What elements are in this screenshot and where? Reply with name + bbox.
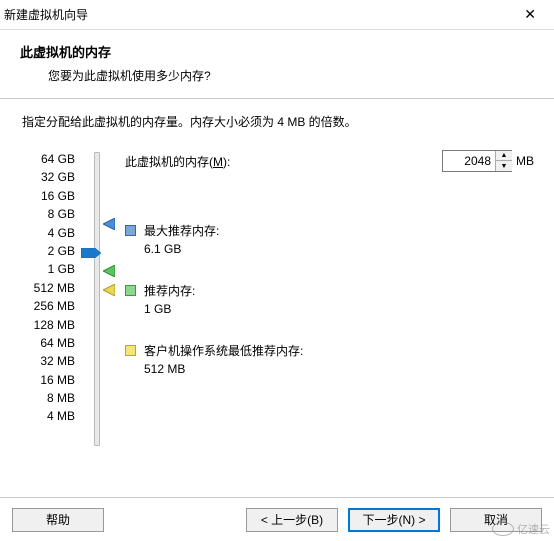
scale-label: 16 GB xyxy=(20,187,75,205)
memory-value-field[interactable] xyxy=(443,151,495,171)
close-icon[interactable]: ✕ xyxy=(516,6,544,23)
scale-label: 512 MB xyxy=(20,279,75,297)
memory-input-label: 此虚拟机的内存(M): xyxy=(125,153,442,170)
max-recommended-label: 最大推荐内存: xyxy=(144,222,219,240)
content-area: 指定分配给此虚拟机的内存量。内存大小必须为 4 MB 的倍数。 64 GB32 … xyxy=(0,99,554,426)
wizard-footer: 帮助 < 上一步(B) 下一步(N) > 取消 xyxy=(0,497,554,541)
cancel-button[interactable]: 取消 xyxy=(450,508,542,532)
recommended-label: 推荐内存: xyxy=(144,282,195,300)
page-subtitle: 您要为此虚拟机使用多少内存? xyxy=(48,67,538,84)
help-button[interactable]: 帮助 xyxy=(12,508,104,532)
max-recommended-block: 最大推荐内存: 6.1 GB xyxy=(125,222,534,258)
recommended-marker xyxy=(103,265,115,277)
scale-label: 4 MB xyxy=(20,407,75,425)
memory-unit: MB xyxy=(516,154,534,168)
scale-label: 64 GB xyxy=(20,150,75,168)
min-recommended-block: 客户机操作系统最低推荐内存: 512 MB xyxy=(125,342,534,378)
back-button[interactable]: < 上一步(B) xyxy=(246,508,338,532)
page-title: 此虚拟机的内存 xyxy=(20,42,538,61)
scale-label: 64 MB xyxy=(20,334,75,352)
memory-info-column: 此虚拟机的内存(M): ▲ ▼ MB 最大推荐内存: xyxy=(117,150,534,426)
scale-label: 4 GB xyxy=(20,224,75,242)
titlebar: 新建虚拟机向导 ✕ xyxy=(0,0,554,30)
next-button[interactable]: 下一步(N) > xyxy=(348,508,440,532)
scale-label: 8 MB xyxy=(20,389,75,407)
max-recommended-value: 6.1 GB xyxy=(144,240,219,258)
scale-label: 16 MB xyxy=(20,371,75,389)
scale-label: 128 MB xyxy=(20,316,75,334)
min-recommended-label: 客户机操作系统最低推荐内存: xyxy=(144,342,303,360)
slider-thumb[interactable] xyxy=(81,248,101,258)
scale-label: 32 GB xyxy=(20,168,75,186)
window-title: 新建虚拟机向导 xyxy=(4,6,88,23)
blue-square-icon xyxy=(125,225,136,236)
min-recommended-marker xyxy=(103,284,115,296)
scale-label: 32 MB xyxy=(20,352,75,370)
memory-scale-labels: 64 GB32 GB16 GB8 GB4 GB2 GB1 GB512 MB256… xyxy=(20,150,75,426)
scale-label: 256 MB xyxy=(20,297,75,315)
memory-slider[interactable] xyxy=(81,152,117,426)
scale-label: 8 GB xyxy=(20,205,75,223)
scale-label: 1 GB xyxy=(20,260,75,278)
memory-input[interactable]: ▲ ▼ xyxy=(442,150,512,172)
recommended-value: 1 GB xyxy=(144,300,195,318)
instruction-text: 指定分配给此虚拟机的内存量。内存大小必须为 4 MB 的倍数。 xyxy=(22,113,534,130)
max-recommended-marker xyxy=(103,218,115,230)
spin-up-button[interactable]: ▲ xyxy=(496,151,512,161)
green-square-icon xyxy=(125,285,136,296)
spin-down-button[interactable]: ▼ xyxy=(496,161,512,171)
yellow-square-icon xyxy=(125,345,136,356)
min-recommended-value: 512 MB xyxy=(144,360,303,378)
scale-label: 2 GB xyxy=(20,242,75,260)
wizard-header: 此虚拟机的内存 您要为此虚拟机使用多少内存? xyxy=(0,30,554,99)
slider-track[interactable] xyxy=(94,152,100,446)
recommended-block: 推荐内存: 1 GB xyxy=(125,282,534,318)
